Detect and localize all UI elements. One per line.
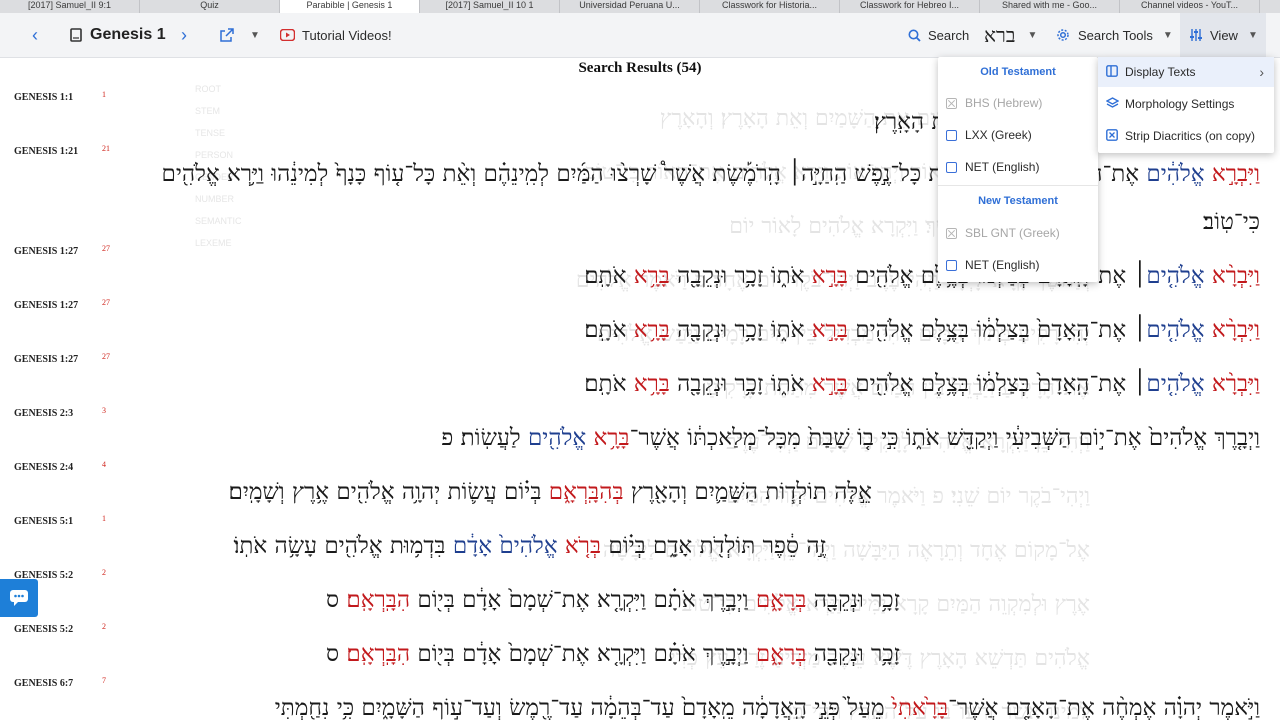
verse-text[interactable]: זָכָ֥ר וּנְקֵבָ֖ה בְּרָאָ֑ם וַיְבָ֣רֶךְ … bbox=[112, 628, 900, 680]
chevron-down-icon: ▼ bbox=[1162, 29, 1173, 41]
text-option-sblgnt: SBL GNT (Greek) bbox=[946, 226, 1060, 240]
verse-text[interactable]: וַיִּבְרָ֨א אֱלֹהִ֤ים׀ אֶת־הָֽאָדָם֙ בְּ… bbox=[112, 304, 1260, 356]
search-tools-label: Search Tools bbox=[1078, 27, 1153, 43]
browser-tab[interactable]: [2017] Samuel_II 10 1 bbox=[420, 0, 560, 13]
view-label: View bbox=[1210, 27, 1238, 43]
tutorial-videos-link[interactable]: Tutorial Videos! bbox=[280, 13, 392, 57]
verse-number: 2 bbox=[102, 622, 106, 631]
verse-reference[interactable]: GENESIS 1:27 bbox=[14, 300, 78, 311]
verse-reference[interactable]: GENESIS 1:27 bbox=[14, 354, 78, 365]
menu-divider bbox=[938, 185, 1098, 186]
verse-text[interactable]: וַיְבָ֤רֶךְ אֱלֹהִים֙ אֶת־י֣וֹם הַשְּׁבִ… bbox=[112, 412, 1260, 464]
verse-number: 2 bbox=[102, 568, 106, 577]
verse-reference[interactable]: GENESIS 5:1 bbox=[14, 516, 73, 527]
view-menu-button[interactable]: View ▼ bbox=[1180, 13, 1266, 57]
youtube-icon bbox=[280, 29, 295, 41]
columns-icon bbox=[1105, 64, 1119, 80]
view-menu: Display Texts › Morphology Settings Stri… bbox=[1098, 57, 1274, 153]
menu-item-morphology-settings[interactable]: Morphology Settings bbox=[1098, 89, 1274, 119]
menu-item-label: Morphology Settings bbox=[1125, 97, 1235, 111]
chevron-down-icon: ▼ bbox=[1247, 29, 1258, 41]
checkbox-icon[interactable] bbox=[946, 259, 957, 271]
verse-number: 1 bbox=[102, 90, 106, 99]
search-button[interactable]: Search bbox=[908, 13, 969, 57]
external-link-icon[interactable] bbox=[220, 13, 234, 57]
text-option-label: NET (English) bbox=[965, 258, 1040, 272]
menu-item-label: Strip Diacritics (on copy) bbox=[1125, 129, 1256, 143]
menu-item-display-texts[interactable]: Display Texts › bbox=[1098, 57, 1274, 87]
verse-number: 27 bbox=[102, 244, 110, 253]
text-option-label: NET (English) bbox=[965, 160, 1040, 174]
verse-text[interactable]: זֶ֣ה סֵ֔פֶר תּוֹלְדֹ֖ת אָדָ֑ם בְּי֗וֹם ב… bbox=[112, 520, 826, 572]
text-option-net-nt[interactable]: NET (English) bbox=[946, 258, 1039, 272]
search-term: ברא bbox=[984, 22, 1016, 47]
disabled-checkbox-icon bbox=[946, 227, 957, 239]
browser-tab[interactable]: Quiz bbox=[140, 0, 280, 13]
verse-text[interactable]: זָכָ֥ר וּנְקֵבָ֖ה בְּרָאָ֑ם וַיְבָ֣רֶךְ … bbox=[112, 574, 900, 626]
search-tools-menu[interactable]: Search Tools ▼ bbox=[1056, 13, 1173, 57]
new-testament-header: New Testament bbox=[978, 195, 1058, 207]
browser-tab[interactable]: Classwork for Historia... bbox=[700, 0, 840, 13]
chevron-left-icon[interactable]: ‹ bbox=[32, 13, 38, 57]
chevron-right-icon: › bbox=[1259, 64, 1264, 80]
book-selector[interactable]: Genesis 1 bbox=[70, 13, 166, 57]
verse-text[interactable]: וַיִּבְרָ֨א אֱלֹהִ֤ים׀ אֶת־הָֽאָדָם֙ בְּ… bbox=[112, 358, 1260, 410]
text-option-net-ot[interactable]: NET (English) bbox=[946, 160, 1039, 174]
book-title: Genesis 1 bbox=[90, 26, 166, 43]
search-label: Search bbox=[928, 27, 970, 43]
verse-reference[interactable]: GENESIS 2:4 bbox=[14, 462, 73, 473]
verse-reference[interactable]: GENESIS 6:7 bbox=[14, 678, 73, 689]
text-option-label: LXX (Greek) bbox=[965, 128, 1032, 142]
text-option-label: BHS (Hebrew) bbox=[965, 96, 1043, 110]
strip-icon bbox=[1105, 128, 1119, 144]
verse-number: 21 bbox=[102, 144, 110, 153]
verse-text[interactable]: וַיֹּ֣אמֶר יְהוָ֗ה אֶמְחֶ֨ה אֶת־הָאָדָ֤ם… bbox=[112, 682, 1260, 720]
search-icon bbox=[908, 29, 921, 42]
menu-item-label: Display Texts bbox=[1125, 65, 1196, 79]
verse-number: 1 bbox=[102, 514, 106, 523]
browser-tab-bar: [2017] Samuel_II 9:1 Quiz Parabible | Ge… bbox=[0, 0, 1280, 13]
chevron-down-icon: ▼ bbox=[1027, 29, 1038, 41]
tutorial-videos-label: Tutorial Videos! bbox=[302, 27, 392, 43]
display-texts-submenu: Old Testament BHS (Hebrew) LXX (Greek) N… bbox=[938, 57, 1098, 282]
verse-number: 7 bbox=[102, 676, 106, 685]
search-term-selector[interactable]: ברא ▼ bbox=[984, 13, 1037, 57]
verse-reference[interactable]: GENESIS 2:3 bbox=[14, 408, 73, 419]
browser-tab[interactable]: Shared with me - Goo... bbox=[980, 0, 1120, 13]
browser-tab[interactable]: Classwork for Hebreo I... bbox=[840, 0, 980, 13]
verse-text[interactable]: אֵ֣לֶּה תוֹלְד֧וֹת הַשָּׁמַ֛יִם וְהָאָ֖ר… bbox=[112, 466, 872, 518]
sliders-icon bbox=[1190, 29, 1202, 41]
verse-reference[interactable]: GENESIS 5:2 bbox=[14, 624, 73, 635]
verse-number: 4 bbox=[102, 460, 106, 469]
text-option-label: SBL GNT (Greek) bbox=[965, 226, 1060, 240]
verse-number: 3 bbox=[102, 406, 106, 415]
old-testament-header: Old Testament bbox=[980, 66, 1056, 78]
verse-number: 27 bbox=[102, 298, 110, 307]
menu-item-strip-diacritics[interactable]: Strip Diacritics (on copy) bbox=[1098, 121, 1274, 151]
app-toolbar: ‹ Genesis 1 › ▼ Tutorial Videos! Search … bbox=[0, 13, 1280, 58]
chevron-down-icon[interactable]: ▼ bbox=[250, 13, 260, 57]
browser-tab[interactable]: Channel videos - YouT... bbox=[1120, 0, 1260, 13]
browser-tab[interactable]: [2017] Samuel_II 9:1 bbox=[0, 0, 140, 13]
chat-icon bbox=[10, 590, 28, 606]
browser-tab[interactable]: Universidad Peruana U... bbox=[560, 0, 700, 13]
verse-reference[interactable]: GENESIS 1:27 bbox=[14, 246, 78, 257]
layers-icon bbox=[1105, 96, 1119, 112]
text-option-bhs: BHS (Hebrew) bbox=[946, 96, 1042, 110]
disabled-checkbox-icon bbox=[946, 97, 957, 109]
verse-number: 27 bbox=[102, 352, 110, 361]
verse-reference[interactable]: GENESIS 1:1 bbox=[14, 92, 73, 103]
text-option-lxx[interactable]: LXX (Greek) bbox=[946, 128, 1032, 142]
checkbox-icon[interactable] bbox=[946, 129, 957, 141]
verse-reference[interactable]: GENESIS 1:21 bbox=[14, 146, 78, 157]
chat-support-button[interactable] bbox=[0, 579, 38, 617]
chevron-right-icon[interactable]: › bbox=[181, 13, 187, 57]
browser-tab-active[interactable]: Parabible | Genesis 1 bbox=[280, 0, 420, 13]
checkbox-icon[interactable] bbox=[946, 161, 957, 173]
gear-icon bbox=[1057, 29, 1069, 41]
book-icon bbox=[70, 28, 82, 42]
